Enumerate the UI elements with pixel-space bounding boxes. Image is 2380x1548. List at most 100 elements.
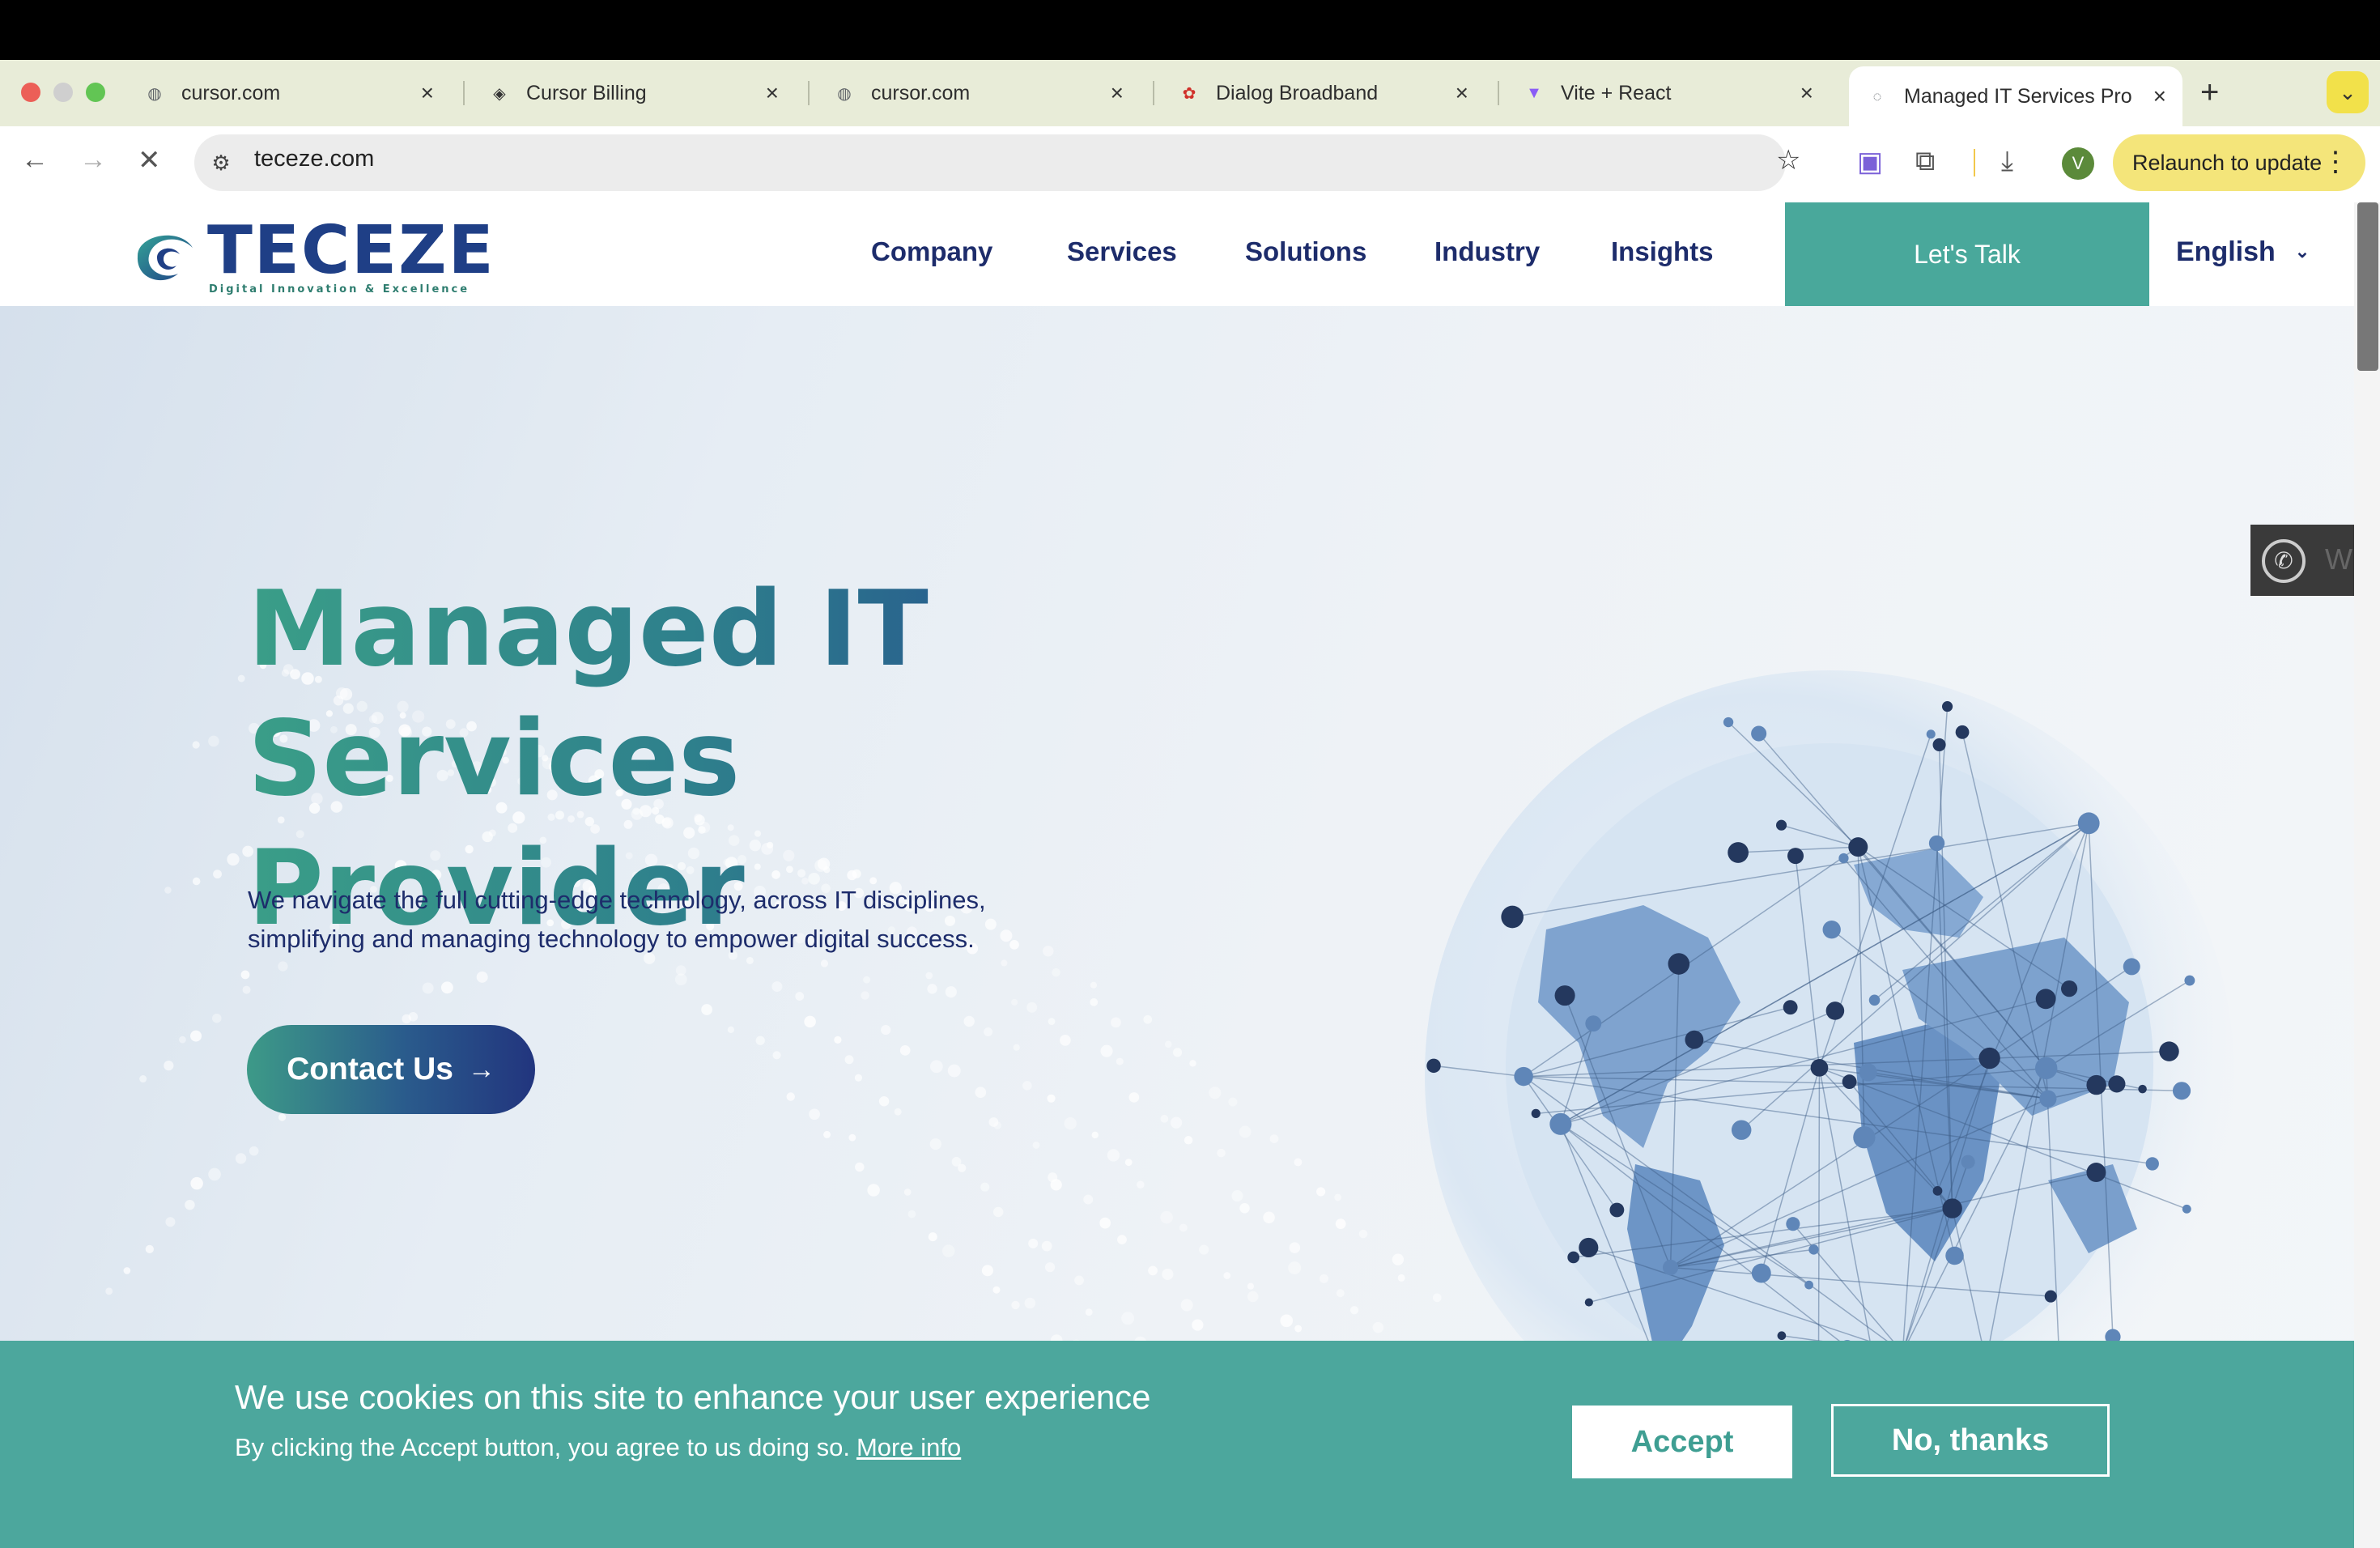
network-node (1822, 921, 1841, 939)
background-dot (771, 981, 783, 993)
close-icon[interactable]: × (1111, 80, 1124, 106)
network-node (1777, 1331, 1787, 1341)
bookmark-star-icon[interactable]: ☆ (1776, 144, 1800, 176)
vite-icon: ▼ (1526, 83, 1542, 102)
nav-solutions[interactable]: Solutions (1245, 236, 1366, 267)
background-dot (1011, 998, 1018, 1006)
background-dot (1048, 1018, 1056, 1025)
browser-tab[interactable]: ◈ Cursor Billing × (471, 70, 795, 117)
lets-talk-button[interactable]: Let's Talk (1785, 202, 2149, 306)
more-vert-icon[interactable]: ⋮ (2322, 146, 2349, 178)
tab-search-chevron-icon[interactable]: ⌄ (2327, 71, 2369, 113)
screen-top-bar (0, 0, 2380, 60)
nav-industry[interactable]: Industry (1434, 236, 1540, 267)
profile-avatar[interactable]: V (2062, 147, 2094, 180)
background-dot (929, 1138, 941, 1150)
close-icon[interactable]: × (766, 80, 779, 106)
network-node (1783, 1000, 1798, 1015)
extensions-puzzle-icon[interactable]: ⧉ (1915, 146, 1935, 177)
close-icon[interactable]: × (421, 80, 434, 106)
toolbar-divider (1974, 149, 1975, 176)
zoom-window-button[interactable] (86, 83, 105, 102)
nav-insights[interactable]: Insights (1611, 236, 1714, 267)
background-dot (1100, 1044, 1113, 1057)
address-bar[interactable] (194, 134, 1786, 191)
background-dot (123, 1267, 131, 1274)
background-dot (927, 984, 937, 994)
huawei-icon: ✿ (1182, 84, 1196, 103)
back-arrow-icon[interactable]: ← (21, 144, 49, 176)
background-dot (727, 1026, 734, 1033)
background-dot (928, 1232, 937, 1242)
background-dot (1116, 1057, 1124, 1065)
browser-tab[interactable]: ◍ cursor.com × (816, 70, 1140, 117)
network-node (1945, 1246, 1964, 1265)
background-dot (1209, 1087, 1222, 1099)
relaunch-button[interactable]: Relaunch to update ⋮ (2113, 134, 2365, 191)
globe-icon: ◍ (147, 84, 162, 103)
background-dot (772, 1051, 781, 1060)
background-dot (1372, 1321, 1384, 1333)
site-settings-icon[interactable]: ⚙ (207, 149, 235, 176)
background-dot (440, 981, 453, 994)
background-dot (192, 877, 201, 886)
background-dot (242, 985, 251, 994)
background-dot (795, 992, 805, 1001)
close-icon[interactable]: × (2153, 83, 2166, 109)
network-node (1775, 819, 1787, 831)
background-dot (1358, 1229, 1368, 1239)
background-dot (1124, 1159, 1133, 1167)
network-node (2044, 1290, 2057, 1303)
background-dot (848, 1133, 856, 1142)
background-dot (823, 1130, 831, 1138)
background-dot (1288, 1261, 1302, 1275)
nav-company[interactable]: Company (871, 236, 992, 267)
accept-button[interactable]: Accept (1572, 1406, 1792, 1478)
network-node (2182, 1204, 2191, 1214)
background-dot (240, 970, 250, 980)
background-dot (190, 1030, 202, 1042)
nav-services[interactable]: Services (1067, 236, 1177, 267)
background-dot (1028, 1238, 1039, 1248)
whatsapp-label: W (2325, 542, 2352, 576)
language-selector[interactable]: English ⌄ (2176, 236, 2310, 268)
browser-tab[interactable]: ◍ cursor.com × (126, 70, 450, 117)
extension-colorful-icon[interactable]: ▣ (1857, 146, 1883, 178)
minimize-window-button[interactable] (53, 83, 73, 102)
forward-arrow-icon[interactable]: → (79, 144, 107, 176)
background-dot (1228, 1097, 1238, 1107)
background-dot (1335, 1218, 1346, 1230)
cookie-banner: We use cookies on this site to enhance y… (0, 1341, 2354, 1548)
chevron-down-icon: ⌄ (2294, 241, 2310, 262)
contact-us-button[interactable]: Contact Us → (247, 1025, 535, 1114)
more-info-link[interactable]: More info (856, 1433, 961, 1461)
background-dot (1117, 1235, 1127, 1244)
new-tab-button[interactable]: + (2200, 74, 2219, 111)
browser-tab-active[interactable]: ◌ Managed IT Services Pro × (1849, 66, 2182, 126)
background-dot (981, 1265, 993, 1277)
no-thanks-button[interactable]: No, thanks (1831, 1404, 2110, 1477)
close-icon[interactable]: × (1456, 80, 1468, 106)
url-text[interactable]: teceze.com (254, 146, 374, 172)
scrollbar[interactable] (2354, 202, 2380, 1548)
teceze-logo[interactable]: TECEZE Digital Innovation & Excellence (130, 212, 494, 296)
download-icon[interactable]: ⤓ (2001, 146, 2013, 177)
background-dot (1170, 1116, 1183, 1129)
stop-loading-icon[interactable]: ✕ (138, 144, 161, 176)
background-dot (1192, 1319, 1204, 1331)
network-node (1531, 1108, 1541, 1118)
whatsapp-widget[interactable]: ✆ W (2250, 525, 2354, 596)
close-icon[interactable]: × (1800, 80, 1813, 106)
network-node (2172, 1082, 2191, 1100)
background-dot (1044, 1262, 1056, 1273)
background-dot (1179, 1223, 1188, 1232)
background-dot (1041, 1240, 1052, 1252)
logo-tagline: Digital Innovation & Excellence (209, 283, 470, 296)
network-node (1942, 1198, 1962, 1218)
background-dot (1074, 1275, 1084, 1286)
scrollbar-thumb[interactable] (2357, 202, 2378, 371)
browser-tab[interactable]: ✿ Dialog Broadband × (1161, 70, 1485, 117)
background-dot (235, 1153, 247, 1164)
close-window-button[interactable] (21, 83, 40, 102)
browser-tab[interactable]: ▼ Vite + React × (1506, 70, 1830, 117)
